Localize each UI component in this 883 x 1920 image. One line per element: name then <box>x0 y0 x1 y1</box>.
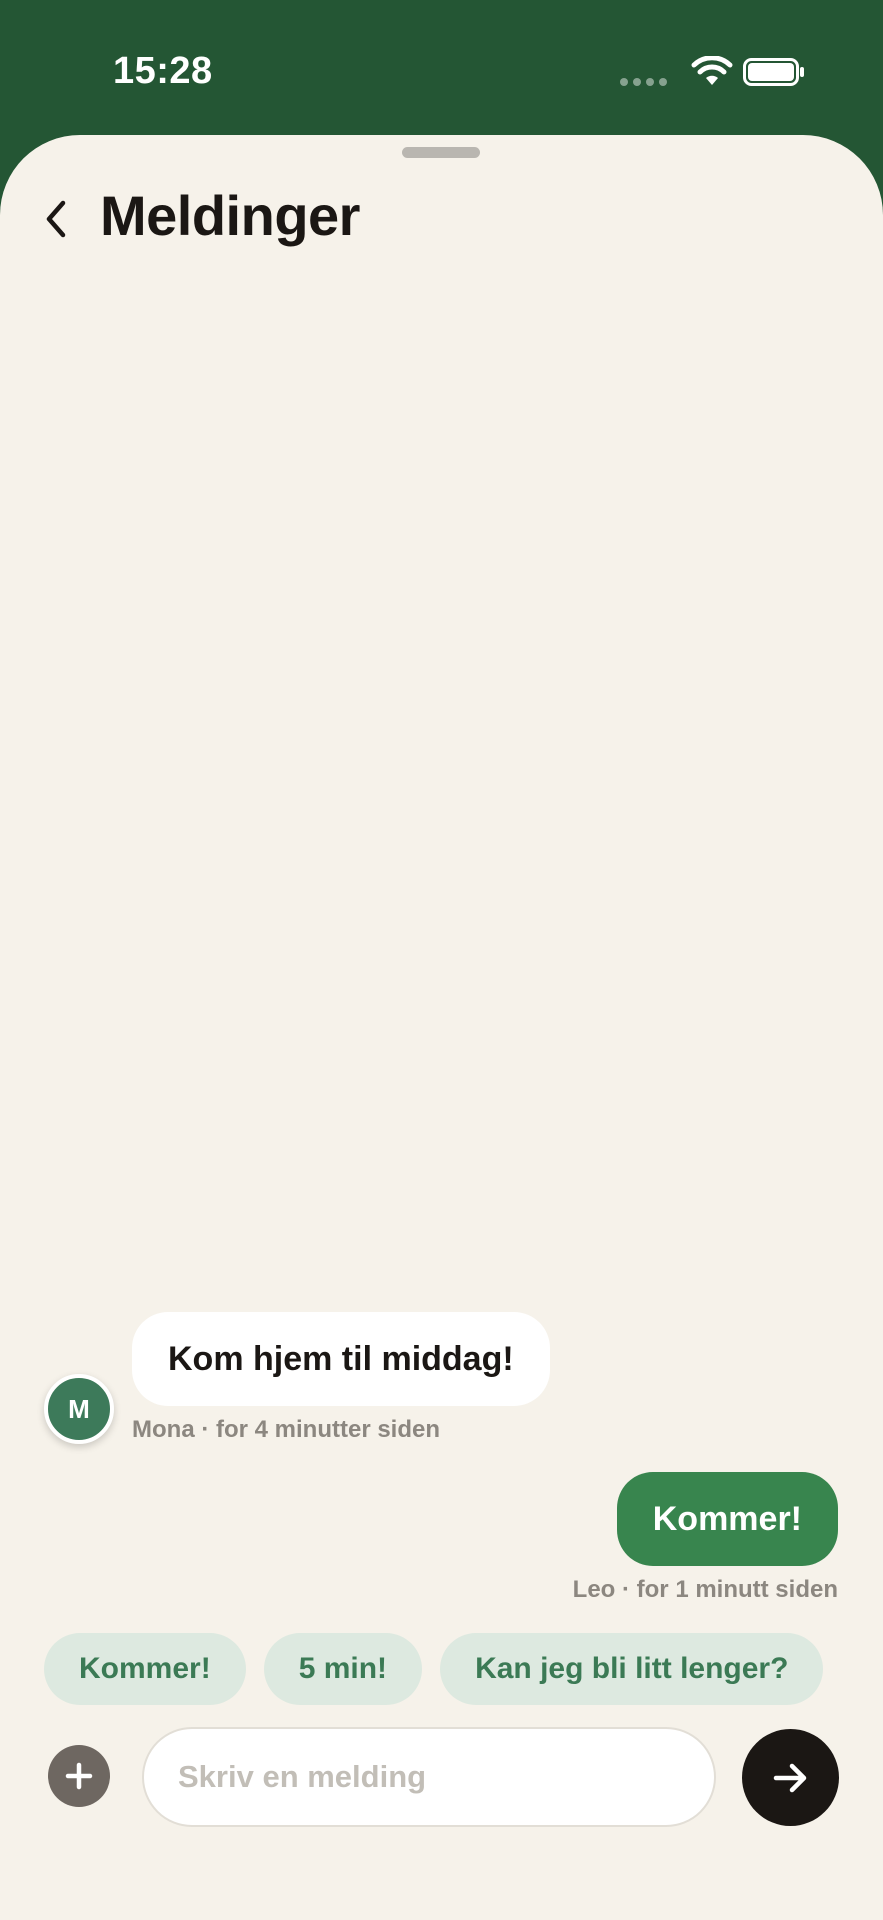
sender-avatar: M <box>44 1374 114 1444</box>
page-title: Meldinger <box>100 184 360 247</box>
messages-sheet: Meldinger Kom hjem til middag! M Mona · … <box>0 135 883 1920</box>
status-bar: 15:28 <box>0 0 883 140</box>
sheet-grabber[interactable] <box>402 147 480 158</box>
battery-icon <box>743 58 804 86</box>
plus-icon <box>65 1762 93 1790</box>
quick-replies: Kommer! 5 min! Kan jeg bli litt lenger? <box>44 1633 824 1705</box>
header: Meldinger <box>0 175 883 275</box>
chevron-left-icon <box>46 200 66 238</box>
quick-reply-chip[interactable]: 5 min! <box>263 1633 423 1705</box>
message-input[interactable] <box>142 1727 716 1827</box>
outgoing-message-bubble: Kommer! <box>616 1472 838 1566</box>
incoming-message-meta: Mona · for 4 minutter siden <box>132 1416 441 1443</box>
send-button[interactable] <box>742 1729 839 1826</box>
add-attachment-button[interactable] <box>48 1745 110 1807</box>
quick-reply-chip[interactable]: Kan jeg bli litt lenger? <box>440 1633 824 1705</box>
arrow-right-icon <box>773 1763 806 1792</box>
outgoing-message-meta: Leo · for 1 minutt siden <box>572 1576 838 1603</box>
incoming-message-bubble: Kom hjem til middag! <box>132 1312 550 1406</box>
wifi-icon <box>691 56 733 85</box>
signal-dots-icon <box>620 78 667 86</box>
back-button[interactable] <box>36 193 76 245</box>
quick-reply-chip[interactable]: Kommer! <box>44 1633 246 1705</box>
status-time: 15:28 <box>113 50 213 92</box>
